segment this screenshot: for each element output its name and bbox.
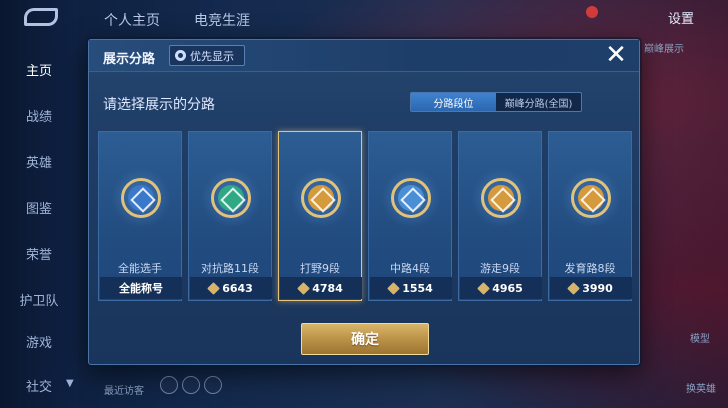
lane-stat: 4965 xyxy=(460,277,542,299)
rank-points-icon xyxy=(567,281,581,295)
rank-points-icon xyxy=(207,281,221,295)
back-logo-icon[interactable] xyxy=(24,8,58,26)
recent-visitors-label: 最近访客 xyxy=(104,386,144,397)
nav-item-heroes[interactable]: 英雄 xyxy=(0,152,78,171)
emblem-core xyxy=(308,185,334,211)
close-icon[interactable]: ✕ xyxy=(602,42,630,70)
farm-lane-emblem-icon xyxy=(571,178,611,218)
dialog-title: 展示分路 xyxy=(103,52,156,67)
emblem-core xyxy=(578,185,604,211)
lane-name: 发育路8段 xyxy=(564,262,616,275)
lane-stat-value: 1554 xyxy=(402,281,433,295)
avatar[interactable] xyxy=(182,376,200,394)
lane-stat-value: 4784 xyxy=(312,281,343,295)
emblem-core xyxy=(218,185,244,211)
tab-lane-rank[interactable]: 分路段位 xyxy=(411,93,496,111)
nav-item-record[interactable]: 战绩 xyxy=(0,106,78,125)
lane-stat: 3990 xyxy=(550,277,632,299)
confirm-button[interactable]: 确定 xyxy=(301,323,429,355)
rank-points-icon xyxy=(387,281,401,295)
emblem-core xyxy=(398,185,424,211)
lane-mode-toggle: 分路段位 巅峰分路(全国) xyxy=(410,92,582,112)
change-hero-label[interactable]: 换英雄 xyxy=(686,380,716,395)
lane-card-mid[interactable]: 中路4段 1554 xyxy=(368,131,452,301)
nav-item-gallery[interactable]: 图鉴 xyxy=(0,198,78,217)
lane-stat: 全能称号 xyxy=(100,277,182,299)
lane-card-farm[interactable]: 发育路8段 3990 xyxy=(548,131,632,301)
lane-stat-value: 6643 xyxy=(222,281,253,295)
bg-side-text: 巅峰展示 xyxy=(644,44,684,55)
nav-item-guard[interactable]: 护卫队 xyxy=(0,290,78,309)
tab-profile[interactable]: 个人主页 xyxy=(104,10,160,30)
lane-name: 对抗路11段 xyxy=(201,262,259,275)
allround-emblem-icon xyxy=(121,178,161,218)
lane-display-dialog: 展示分路 优先显示 ✕ 请选择展示的分路 分路段位 巅峰分路(全国) 全能选手 … xyxy=(88,39,640,365)
settings-button[interactable]: 设置 xyxy=(668,8,694,27)
lane-card-list: 全能选手 全能称号 对抗路11段 6643 打野9段 4784 中路4段 155… xyxy=(98,131,632,301)
mid-lane-emblem-icon xyxy=(391,178,431,218)
lane-stat: 4784 xyxy=(280,277,362,299)
dialog-header: 展示分路 优先显示 ✕ xyxy=(89,40,639,72)
gear-icon xyxy=(175,50,186,61)
model-label[interactable]: 模型 xyxy=(690,330,710,345)
priority-display-label: 优先显示 xyxy=(190,49,234,63)
jungle-emblem-icon xyxy=(301,178,341,218)
rank-points-icon xyxy=(297,281,311,295)
lane-card-roam[interactable]: 游走9段 4965 xyxy=(458,131,542,301)
clash-lane-emblem-icon xyxy=(211,178,251,218)
lane-stat: 1554 xyxy=(370,277,452,299)
left-navigation: 主页 战绩 英雄 图鉴 荣誉 护卫队 游戏 社交 ▼ xyxy=(0,0,78,408)
avatar[interactable] xyxy=(204,376,222,394)
lane-card-clash[interactable]: 对抗路11段 6643 xyxy=(188,131,272,301)
roam-emblem-icon xyxy=(481,178,521,218)
lane-stat-value: 4965 xyxy=(492,281,523,295)
lane-stat-value: 全能称号 xyxy=(119,282,163,295)
selection-prompt: 请选择展示的分路 xyxy=(103,97,215,113)
tab-peak-lane-national[interactable]: 巅峰分路(全国) xyxy=(496,93,581,111)
lane-name: 游走9段 xyxy=(480,262,520,275)
emblem-core xyxy=(128,185,154,211)
lane-card-jungle[interactable]: 打野9段 4784 xyxy=(278,131,362,301)
lane-name: 全能选手 xyxy=(118,262,162,275)
lane-stat-value: 3990 xyxy=(582,281,613,295)
priority-display-button[interactable]: 优先显示 xyxy=(169,45,245,66)
lane-stat: 6643 xyxy=(190,277,272,299)
nav-item-home[interactable]: 主页 xyxy=(0,60,78,79)
nav-item-honor[interactable]: 荣誉 xyxy=(0,244,78,263)
lane-card-allround[interactable]: 全能选手 全能称号 xyxy=(98,131,182,301)
tab-esports[interactable]: 电竞生涯 xyxy=(194,10,250,30)
rank-points-icon xyxy=(477,281,491,295)
chevron-down-icon[interactable]: ▼ xyxy=(66,378,76,389)
lane-name: 打野9段 xyxy=(300,262,340,275)
emblem-core xyxy=(488,185,514,211)
lane-name: 中路4段 xyxy=(390,262,430,275)
avatar[interactable] xyxy=(160,376,178,394)
nav-item-game[interactable]: 游戏 xyxy=(0,332,78,351)
notification-icon[interactable] xyxy=(586,6,598,18)
